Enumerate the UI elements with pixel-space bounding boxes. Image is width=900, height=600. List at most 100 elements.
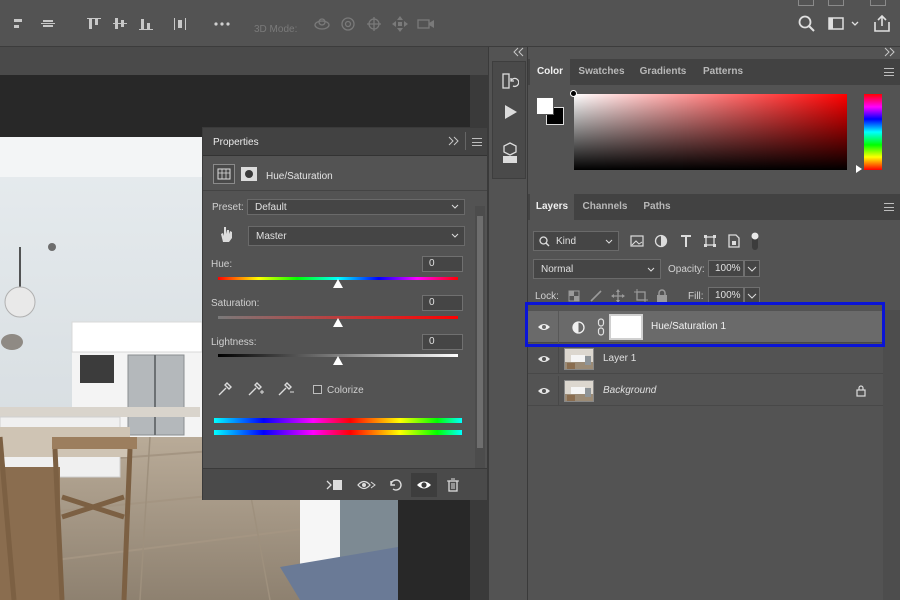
lock-all-icon[interactable] [656, 289, 668, 303]
selected-layer-highlight-box [525, 302, 885, 347]
preset-value: Default [255, 202, 287, 213]
filter-shape-icon[interactable] [703, 234, 717, 248]
layer-row-background[interactable]: Background [528, 376, 883, 406]
filter-kind-value: Kind [556, 236, 577, 247]
layers-list: Hue/Saturation 1 Layer 1 Background [528, 310, 900, 600]
history-icon[interactable] [501, 72, 519, 90]
color-panel-menu-icon[interactable] [884, 68, 894, 76]
mask-icon[interactable] [241, 167, 257, 181]
expand-dock-chevron-icon[interactable] [884, 47, 896, 57]
filter-pixel-icon[interactable] [630, 234, 644, 248]
filter-type-icon[interactable] [679, 234, 693, 248]
search-icon[interactable] [797, 14, 817, 34]
hue-slider-thumb[interactable] [333, 279, 343, 288]
tab-layers[interactable]: Layers [530, 194, 574, 220]
trash-icon[interactable] [446, 477, 460, 493]
3d-panel-icon[interactable] [501, 142, 519, 164]
roll-icon[interactable] [338, 14, 358, 34]
saturation-slider-thumb[interactable] [333, 318, 343, 327]
layer-thumbnail[interactable] [564, 348, 594, 370]
properties-title: Properties [213, 137, 259, 148]
hue-input[interactable]: 0 [422, 256, 463, 272]
adjustment-name: Hue/Saturation [266, 171, 333, 182]
visibility-toggle[interactable] [411, 473, 437, 497]
color-picker-field[interactable] [570, 90, 847, 170]
blend-mode-dropdown[interactable]: Normal [533, 259, 661, 279]
camera-icon[interactable] [416, 14, 436, 34]
align-left-icon[interactable] [6, 14, 26, 34]
tab-channels[interactable]: Channels [578, 194, 632, 220]
opacity-input[interactable]: 100% [708, 260, 744, 277]
filter-smart-object-icon[interactable] [727, 234, 741, 248]
opacity-label: Opacity: [668, 264, 705, 275]
fill-label: Fill: [688, 291, 704, 302]
pan-icon[interactable] [364, 14, 384, 34]
filter-adjustment-icon[interactable] [654, 234, 668, 248]
lock-image-brush-icon[interactable] [590, 290, 602, 302]
minimize-icon[interactable] [798, 0, 814, 6]
tab-swatches[interactable]: Swatches [574, 59, 629, 85]
lightness-input[interactable]: 0 [422, 334, 463, 350]
share-icon[interactable] [872, 14, 892, 34]
tab-gradients[interactable]: Gradients [634, 59, 692, 85]
lightness-slider-thumb[interactable] [333, 356, 343, 365]
tab-patterns[interactable]: Patterns [696, 59, 750, 85]
blend-mode-value: Normal [541, 264, 574, 275]
mini-panel-group [492, 61, 526, 179]
opacity-dropdown-button[interactable] [744, 260, 760, 277]
layers-panel-menu-icon[interactable] [884, 203, 894, 211]
more-icon[interactable] [212, 14, 232, 34]
reset-icon[interactable] [387, 477, 403, 493]
saturation-input[interactable]: 0 [422, 295, 463, 311]
adjustment-layer-icon[interactable] [213, 164, 235, 184]
slide-icon[interactable] [390, 14, 410, 34]
properties-header: Properties [203, 128, 487, 156]
align-center-icon[interactable] [38, 14, 58, 34]
workspace-icon[interactable] [827, 14, 859, 34]
actions-play-icon[interactable] [503, 104, 519, 120]
properties-scrollbar[interactable] [475, 206, 485, 468]
close-icon[interactable] [870, 0, 886, 6]
eyedropper-icon[interactable] [217, 381, 233, 397]
color-picker-cursor[interactable] [570, 90, 577, 97]
hue-label: Hue: [211, 259, 233, 270]
lock-artboard-icon[interactable] [634, 289, 648, 303]
align-top-icon[interactable] [84, 14, 104, 34]
colorize-checkbox[interactable] [313, 385, 322, 394]
visibility-eye-icon[interactable] [537, 385, 551, 397]
chevron-down-icon [451, 232, 459, 240]
distribute-icon[interactable] [170, 14, 190, 34]
layers-scrollbar[interactable] [883, 310, 900, 600]
3d-mode-label: 3D Mode: [254, 24, 298, 35]
clip-to-layer-icon[interactable] [325, 477, 345, 493]
layer-filter-dropdown[interactable]: Kind [533, 231, 619, 251]
align-bottom-icon[interactable] [136, 14, 156, 34]
expand-chevron-icon[interactable] [513, 47, 525, 57]
hue-marker[interactable] [856, 165, 862, 173]
eyedropper-add-icon[interactable] [247, 381, 265, 397]
tab-paths[interactable]: Paths [636, 194, 678, 220]
visibility-eye-icon[interactable] [537, 353, 551, 365]
view-previous-state-icon[interactable] [357, 477, 377, 493]
filter-toggle-switch[interactable] [750, 231, 760, 251]
layer-name[interactable]: Background [603, 385, 656, 396]
properties-menu-icon[interactable] [472, 138, 482, 146]
preset-dropdown[interactable]: Default [247, 199, 465, 215]
targeted-adjustment-hand-icon[interactable] [217, 224, 235, 244]
orbit-icon[interactable] [312, 14, 332, 34]
channel-dropdown[interactable]: Master [248, 226, 465, 246]
lightness-label: Lightness: [211, 337, 257, 348]
layer-name[interactable]: Layer 1 [603, 353, 636, 364]
collapse-chevron-icon[interactable] [448, 136, 460, 146]
maximize-icon[interactable] [828, 0, 844, 6]
layer-thumbnail[interactable] [564, 380, 594, 402]
lock-transparent-icon[interactable] [568, 290, 580, 302]
layer-row-layer-1[interactable]: Layer 1 [528, 344, 883, 374]
hue-spectrum-strip[interactable] [864, 94, 882, 170]
eyedropper-subtract-icon[interactable] [277, 381, 295, 397]
tab-color[interactable]: Color [530, 59, 570, 85]
align-middle-icon[interactable] [110, 14, 130, 34]
options-bar: 3D Mode: [0, 0, 900, 47]
lock-position-move-icon[interactable] [611, 289, 625, 303]
preset-label: Preset: [212, 202, 244, 213]
